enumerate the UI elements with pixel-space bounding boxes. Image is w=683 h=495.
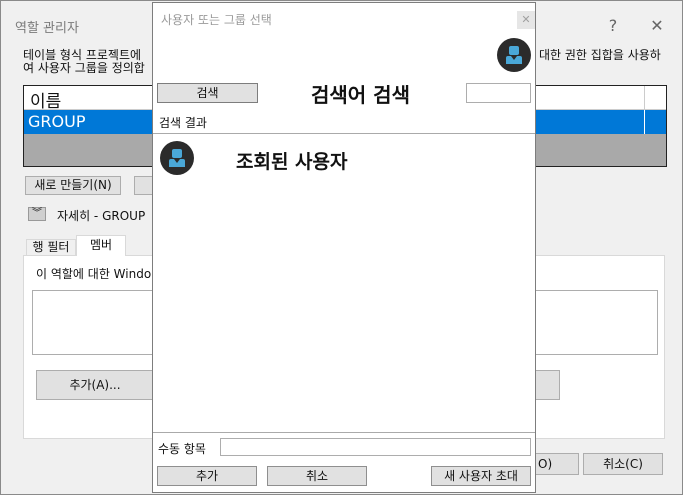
add-button[interactable]: 추가	[157, 466, 257, 486]
add-member-button[interactable]: 추가(A)...	[36, 370, 154, 400]
result-user-name[interactable]: 조회된 사용자	[236, 147, 348, 174]
row-divider	[644, 110, 645, 134]
help-button[interactable]: ?	[598, 13, 628, 39]
list-item-label: GROUP	[28, 112, 86, 131]
window-title: 역할 관리자	[15, 21, 79, 36]
dialog-title: 사용자 또는 그룹 선택	[161, 13, 272, 27]
column-divider	[644, 86, 645, 110]
select-user-dialog: 사용자 또는 그룹 선택 ✕ 검색 검색어 검색 검색 결과 조회된 사용자 수…	[152, 2, 536, 493]
search-hint: 검색어 검색	[311, 83, 410, 107]
ok-button[interactable]: O)	[533, 453, 579, 475]
results-list[interactable]: 조회된 사용자	[153, 134, 535, 432]
secondary-button[interactable]	[134, 176, 154, 195]
close-button[interactable]: ✕	[642, 13, 672, 39]
search-input[interactable]	[466, 83, 531, 103]
current-user-avatar-icon	[497, 38, 531, 72]
cancel-button[interactable]: 취소(C)	[583, 453, 663, 475]
description-line2: 여 사용자 그룹을 정의합	[23, 61, 145, 75]
new-role-button[interactable]: 새로 만들기(N)	[25, 176, 121, 195]
manual-entry-label: 수동 항목	[158, 442, 206, 456]
details-label: 자세히 - GROUP	[57, 209, 146, 223]
column-name-header: 이름	[30, 92, 62, 112]
cancel-dialog-button[interactable]: 취소	[267, 466, 367, 486]
tab-members[interactable]: 멤버	[76, 235, 126, 256]
members-description: 이 역할에 대한 Windo	[36, 267, 152, 281]
search-button[interactable]: 검색	[157, 83, 258, 103]
description-line1-right: 대한 권한 집합을 사용하	[539, 48, 661, 62]
collapse-chevron-icon[interactable]: ︾	[28, 207, 46, 221]
footer-divider	[153, 432, 535, 433]
tab-row-filter[interactable]: 행 필터	[26, 239, 76, 256]
dialog-close-icon[interactable]: ✕	[517, 11, 535, 29]
results-label: 검색 결과	[159, 116, 207, 130]
manual-entry-input[interactable]	[220, 438, 531, 456]
user-avatar-icon	[160, 141, 194, 175]
invite-user-button[interactable]: 새 사용자 초대	[431, 466, 531, 486]
